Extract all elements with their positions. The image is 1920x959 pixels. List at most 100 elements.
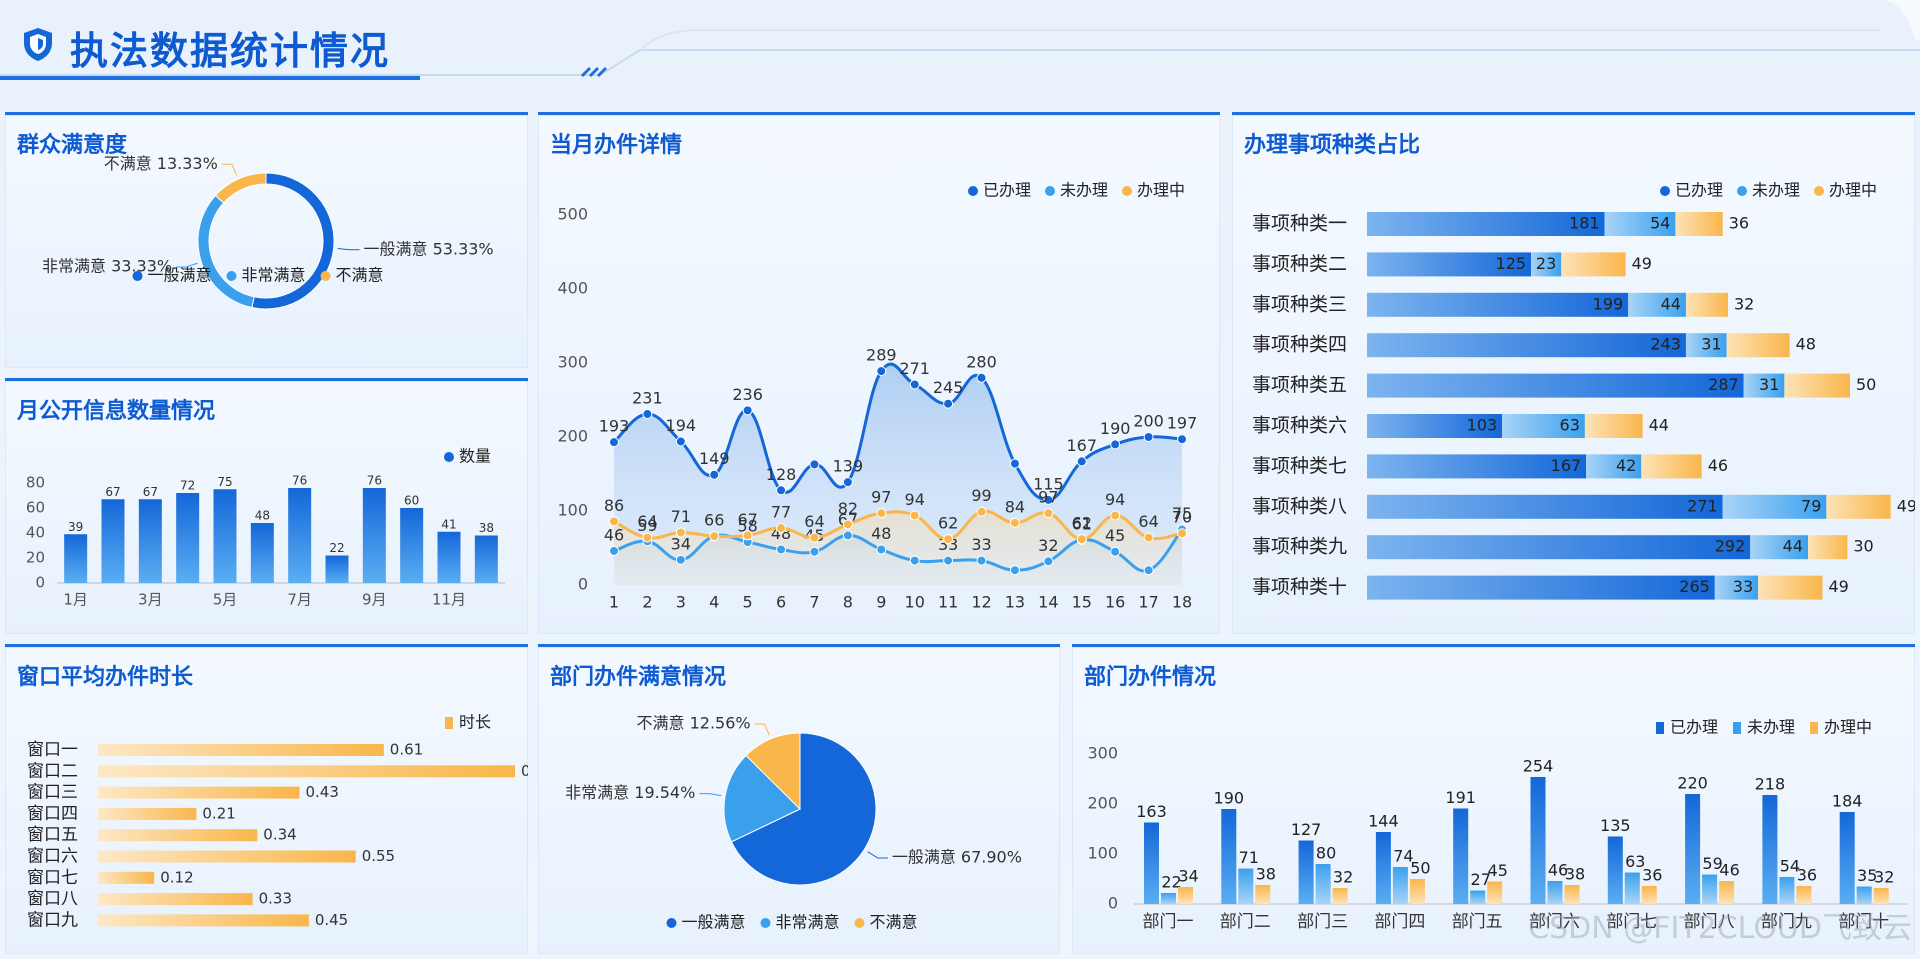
window-chart: 窗口一 0.61 窗口二 0.89 窗口三 0.43 窗口四 0.21 窗口五 0.34 窗口六 0.… bbox=[27, 713, 528, 931]
bar-segment bbox=[1367, 292, 1629, 317]
data-label: 49 bbox=[1828, 577, 1848, 596]
legend-label: 非常满意 bbox=[242, 266, 306, 285]
data-label: 50 bbox=[1410, 859, 1430, 878]
data-label: 54 bbox=[1650, 214, 1670, 233]
data-label: 84 bbox=[1005, 497, 1025, 516]
data-label: 67 bbox=[105, 485, 120, 499]
data-point bbox=[1009, 517, 1020, 528]
data-label: 38 bbox=[1256, 865, 1276, 884]
data-label: 36 bbox=[1729, 214, 1749, 233]
data-point bbox=[842, 519, 853, 530]
data-label: 0.45 bbox=[315, 911, 348, 929]
data-point bbox=[709, 469, 720, 480]
data-label: 50 bbox=[1856, 375, 1876, 394]
data-point bbox=[943, 555, 954, 566]
data-point bbox=[909, 510, 920, 521]
bar-segment bbox=[1784, 373, 1850, 398]
bar bbox=[474, 535, 498, 583]
bar-segment bbox=[1367, 494, 1723, 519]
axis-tick-label: 2 bbox=[642, 593, 652, 612]
data-point bbox=[742, 405, 753, 416]
data-label: 97 bbox=[1038, 488, 1058, 507]
bar bbox=[98, 893, 253, 906]
bar bbox=[1221, 809, 1237, 904]
legend-label: 不满意 bbox=[336, 266, 384, 285]
data-point bbox=[976, 555, 987, 566]
axis-tick-label: 事项种类七 bbox=[1252, 455, 1347, 477]
bar bbox=[288, 488, 312, 583]
data-label: 44 bbox=[1783, 537, 1803, 556]
pie-label: 非常满意 19.54% bbox=[565, 783, 695, 802]
axis-tick-label: 500 bbox=[557, 205, 588, 224]
data-label: 62 bbox=[938, 514, 958, 533]
bar bbox=[98, 786, 300, 799]
data-label: 199 bbox=[1593, 294, 1624, 313]
legend-label: 不满意 bbox=[870, 913, 918, 932]
axis-tick-label: 事项种类三 bbox=[1252, 293, 1347, 315]
data-label: 193 bbox=[599, 417, 630, 436]
data-label: 167 bbox=[1551, 456, 1582, 475]
data-label: 289 bbox=[866, 346, 897, 365]
bar bbox=[1470, 890, 1486, 904]
data-point bbox=[1076, 534, 1087, 545]
data-label: 45 bbox=[1105, 526, 1125, 545]
axis-tick-label: 8 bbox=[843, 593, 853, 612]
data-label: 184 bbox=[1832, 792, 1863, 811]
bar bbox=[101, 499, 125, 583]
data-label: 75 bbox=[217, 475, 232, 489]
axis-tick-label: 0 bbox=[1108, 894, 1118, 913]
axis-tick-label: 10 bbox=[905, 593, 925, 612]
data-label: 86 bbox=[604, 496, 624, 515]
bar-segment bbox=[1584, 414, 1643, 438]
bar bbox=[1530, 777, 1546, 904]
bar-segment bbox=[1367, 575, 1715, 600]
bar bbox=[400, 508, 424, 583]
axis-tick-label: 100 bbox=[557, 501, 588, 520]
axis-tick-label: 事项种类九 bbox=[1252, 536, 1347, 558]
bar bbox=[1839, 812, 1855, 904]
data-point bbox=[609, 545, 619, 556]
axis-tick-label: 窗口三 bbox=[27, 783, 78, 803]
data-label: 66 bbox=[704, 511, 724, 530]
data-label: 64 bbox=[637, 512, 657, 531]
axis-tick-label: 窗口五 bbox=[27, 825, 78, 845]
data-point bbox=[876, 366, 887, 377]
category-chart: 事项种类一 181 54 36 事项种类二 125 23 49 事项种类三 199 44 32 事项种类… bbox=[1252, 181, 1915, 600]
axis-tick-label: 5月 bbox=[213, 591, 238, 609]
data-label: 38 bbox=[1565, 865, 1585, 884]
bar bbox=[1144, 822, 1159, 904]
axis-tick-label: 300 bbox=[557, 353, 588, 372]
deptsat-chart: 一般满意 67.90% 非常满意 19.54% 不满意 12.56% 不满意 非常满意 一… bbox=[565, 714, 1022, 932]
bar bbox=[1702, 874, 1718, 904]
data-point bbox=[943, 398, 954, 409]
bar bbox=[98, 765, 515, 778]
axis-tick-label: 300 bbox=[1087, 744, 1118, 763]
data-label: 32 bbox=[1874, 868, 1894, 887]
bar-segment bbox=[1675, 212, 1723, 236]
pie-label-line bbox=[221, 163, 238, 176]
data-label: 76 bbox=[292, 474, 307, 488]
data-label: 231 bbox=[632, 389, 663, 408]
bar bbox=[1796, 886, 1812, 904]
data-label: 280 bbox=[966, 352, 997, 371]
data-label: 44 bbox=[1661, 294, 1681, 313]
data-label: 67 bbox=[143, 485, 158, 499]
data-label: 287 bbox=[1708, 375, 1739, 394]
data-label: 32 bbox=[1333, 868, 1353, 887]
data-point bbox=[1110, 510, 1121, 521]
data-label: 0.89 bbox=[521, 762, 528, 780]
legend-label: 办理中 bbox=[1137, 181, 1185, 200]
bar bbox=[213, 489, 237, 583]
data-point bbox=[609, 437, 619, 448]
data-label: 139 bbox=[833, 457, 864, 476]
bar-segment bbox=[1826, 494, 1891, 519]
bar bbox=[1255, 885, 1271, 904]
data-label: 0.55 bbox=[362, 847, 395, 865]
bar bbox=[1624, 872, 1640, 904]
data-label: 218 bbox=[1755, 775, 1786, 794]
bar bbox=[64, 534, 88, 583]
legend-label: 已办理 bbox=[1675, 181, 1723, 200]
data-label: 125 bbox=[1496, 254, 1527, 273]
data-label: 0.12 bbox=[160, 868, 193, 886]
legend-marker bbox=[1045, 186, 1055, 196]
